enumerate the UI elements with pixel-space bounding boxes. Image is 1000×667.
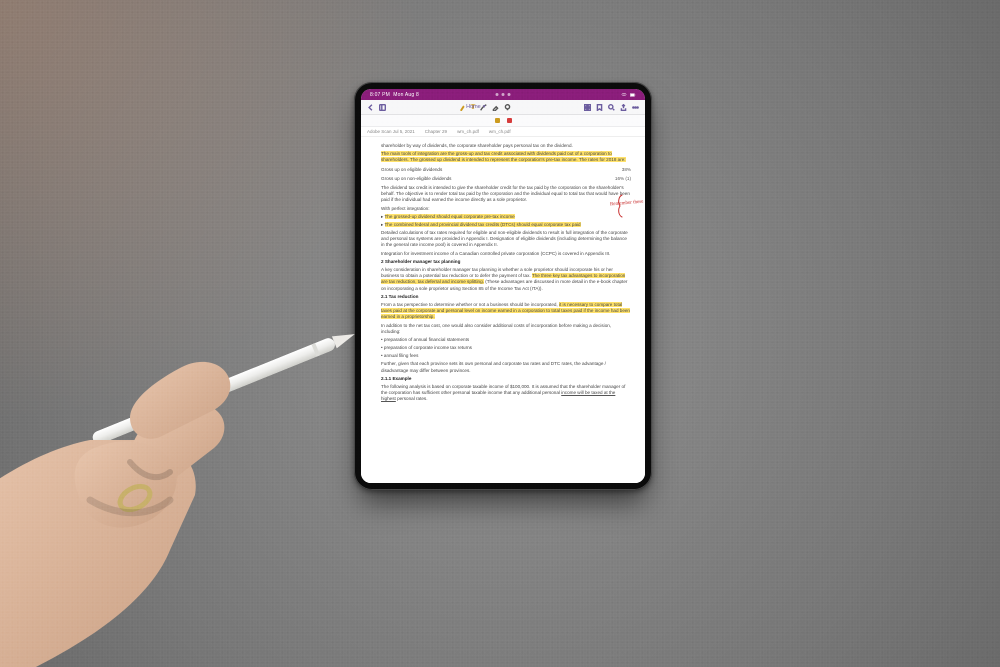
body-text: Detailed calculations of tax rates requi… <box>381 230 631 249</box>
desk-background: 8:07 PM Mon Aug 8 Home▾ <box>0 0 1000 667</box>
highlighted-text: ▸ The combined federal and provincial di… <box>381 222 631 228</box>
back-icon[interactable] <box>367 104 374 111</box>
multitask-dots[interactable] <box>496 93 511 96</box>
body-text: From a tax perspective to determine whet… <box>381 302 631 321</box>
ipad-screen: 8:07 PM Mon Aug 8 Home▾ <box>361 89 645 483</box>
status-bar: 8:07 PM Mon Aug 8 <box>361 89 645 100</box>
bottom-fade <box>361 461 645 483</box>
lasso-icon[interactable] <box>504 104 511 111</box>
section-heading: 2.1 Tax reduction <box>381 294 631 300</box>
tool-options-row <box>361 115 645 127</box>
highlighter-icon[interactable] <box>459 104 466 111</box>
list-item: preparation of annual financial statemen… <box>381 337 631 343</box>
search-icon[interactable] <box>608 104 615 111</box>
body-text: With perfect integration: <box>381 206 631 212</box>
app-toolbar: Home▾ T <box>361 100 645 115</box>
body-text: A key consideration in shareholder manag… <box>381 267 631 292</box>
file-tab[interactable]: wm_ch.pdf <box>457 129 479 134</box>
handwritten-brace <box>611 193 625 222</box>
body-text: The following analysis is based on corpo… <box>381 384 631 403</box>
breadcrumb-title[interactable]: Home▾ <box>466 104 485 110</box>
list-item: annual filing fees <box>381 353 631 359</box>
battery-icon <box>630 92 636 98</box>
body-text: Further, given that each province sets i… <box>381 361 631 373</box>
document-viewport[interactable]: shareholder by way of dividends, the cor… <box>361 137 645 483</box>
file-tab[interactable]: Chapter 29 <box>425 129 447 134</box>
data-row: Gross up on eligible dividends38% <box>381 167 631 173</box>
status-time-date: 8:07 PM Mon Aug 8 <box>370 92 419 98</box>
highlighted-text: ▸ The grossed-up dividend should equal c… <box>381 214 631 220</box>
sidebar-icon[interactable] <box>379 104 386 111</box>
ipad-device: 8:07 PM Mon Aug 8 Home▾ <box>354 82 652 490</box>
color-swatch-red[interactable] <box>507 118 512 123</box>
file-tab[interactable]: Adobe Scan Jul 5, 2021 <box>367 129 415 134</box>
share-icon[interactable] <box>620 104 627 111</box>
thumbnails-icon[interactable] <box>584 104 591 111</box>
file-tab[interactable]: wm_ch.pdf <box>489 129 511 134</box>
body-text: In addition to the net tax cost, one wou… <box>381 323 631 335</box>
status-icons <box>621 92 636 98</box>
highlighted-text: The main tools of integration are the gr… <box>381 151 631 163</box>
wifi-icon <box>621 92 627 98</box>
more-icon[interactable] <box>632 104 639 111</box>
bookmark-icon[interactable] <box>596 104 603 111</box>
list-item: preparation of corporate income tax retu… <box>381 345 631 351</box>
open-files-bar: Adobe Scan Jul 5, 2021 Chapter 29 wm_ch.… <box>361 127 645 137</box>
color-swatch-yellow[interactable] <box>495 118 500 123</box>
data-row: Gross up on non-eligible dividends16% (1… <box>381 176 631 182</box>
body-text: The dividend tax credit is intended to g… <box>381 185 631 204</box>
section-heading: 2 Shareholder manager tax planning <box>381 259 631 265</box>
eraser-icon[interactable] <box>492 104 499 111</box>
section-heading: 2.1.1 Example <box>381 376 631 382</box>
body-text: shareholder by way of dividends, the cor… <box>381 143 631 149</box>
body-text: Integration for investment income of a C… <box>381 251 631 257</box>
